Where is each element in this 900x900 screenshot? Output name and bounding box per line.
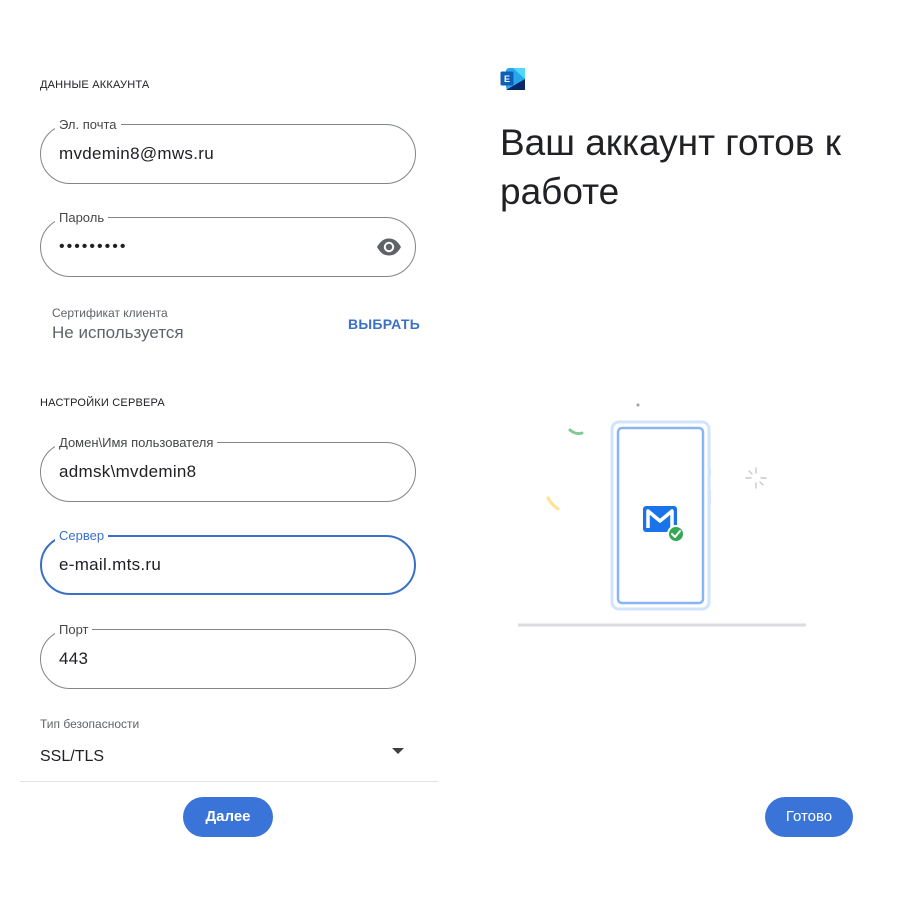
password-field-value[interactable]: •••••••••	[59, 237, 127, 257]
client-certificate-value: Не используется	[52, 323, 184, 342]
dropdown-arrow-icon[interactable]	[391, 746, 405, 756]
confetti-green	[568, 428, 584, 436]
phone-mail-illustration	[518, 403, 806, 627]
next-button[interactable]: Далее	[183, 797, 273, 837]
client-certificate-label: Сертификат клиента	[52, 306, 168, 320]
account-section-title: ДАННЫЕ АККАУНТА	[40, 79, 150, 91]
port-field-value[interactable]: 443	[59, 649, 88, 669]
username-field-label: Домен\Имя пользователя	[55, 435, 218, 450]
confetti-yellow	[546, 496, 560, 511]
confetti-dot	[636, 403, 640, 407]
page-title: Ваш аккаунт готов к работе	[500, 122, 841, 212]
server-field-value[interactable]: e-mail.mts.ru	[59, 555, 161, 575]
security-type-select[interactable]: SSL/TLS	[40, 748, 104, 766]
username-field-value[interactable]: admsk\mvdemin8	[59, 462, 196, 482]
eye-icon[interactable]	[376, 237, 402, 257]
done-button[interactable]: Готово	[765, 797, 853, 837]
server-field[interactable]: Сервер e-mail.mts.ru	[40, 528, 416, 595]
svg-text:E: E	[504, 74, 510, 84]
port-field-label: Порт	[55, 622, 93, 637]
server-field-label: Сервер	[55, 528, 109, 543]
password-field-label: Пароль	[55, 210, 109, 225]
sparkle-icon	[745, 467, 767, 489]
account-setup-panel: ДАННЫЕ АККАУНТА Эл. почта mvdemin8@mws.r…	[0, 0, 450, 900]
email-field-label: Эл. почта	[55, 117, 121, 132]
account-ready-panel: E Ваш аккаунт готов к работе Готово	[450, 0, 900, 900]
exchange-logo-icon: E	[500, 68, 525, 90]
email-field[interactable]: Эл. почта mvdemin8@mws.ru	[40, 117, 416, 184]
check-badge-icon	[667, 525, 685, 543]
email-field-value[interactable]: mvdemin8@mws.ru	[59, 144, 214, 164]
password-field[interactable]: Пароль •••••••••	[40, 210, 416, 277]
choose-certificate-button[interactable]: ВЫБРАТЬ	[348, 316, 420, 332]
server-section-title: НАСТРОЙКИ СЕРВЕРА	[40, 397, 165, 409]
footer-divider	[20, 781, 438, 782]
security-type-label: Тип безопасности	[40, 717, 140, 731]
port-field[interactable]: Порт 443	[40, 622, 416, 689]
username-field[interactable]: Домен\Имя пользователя admsk\mvdemin8	[40, 435, 416, 502]
